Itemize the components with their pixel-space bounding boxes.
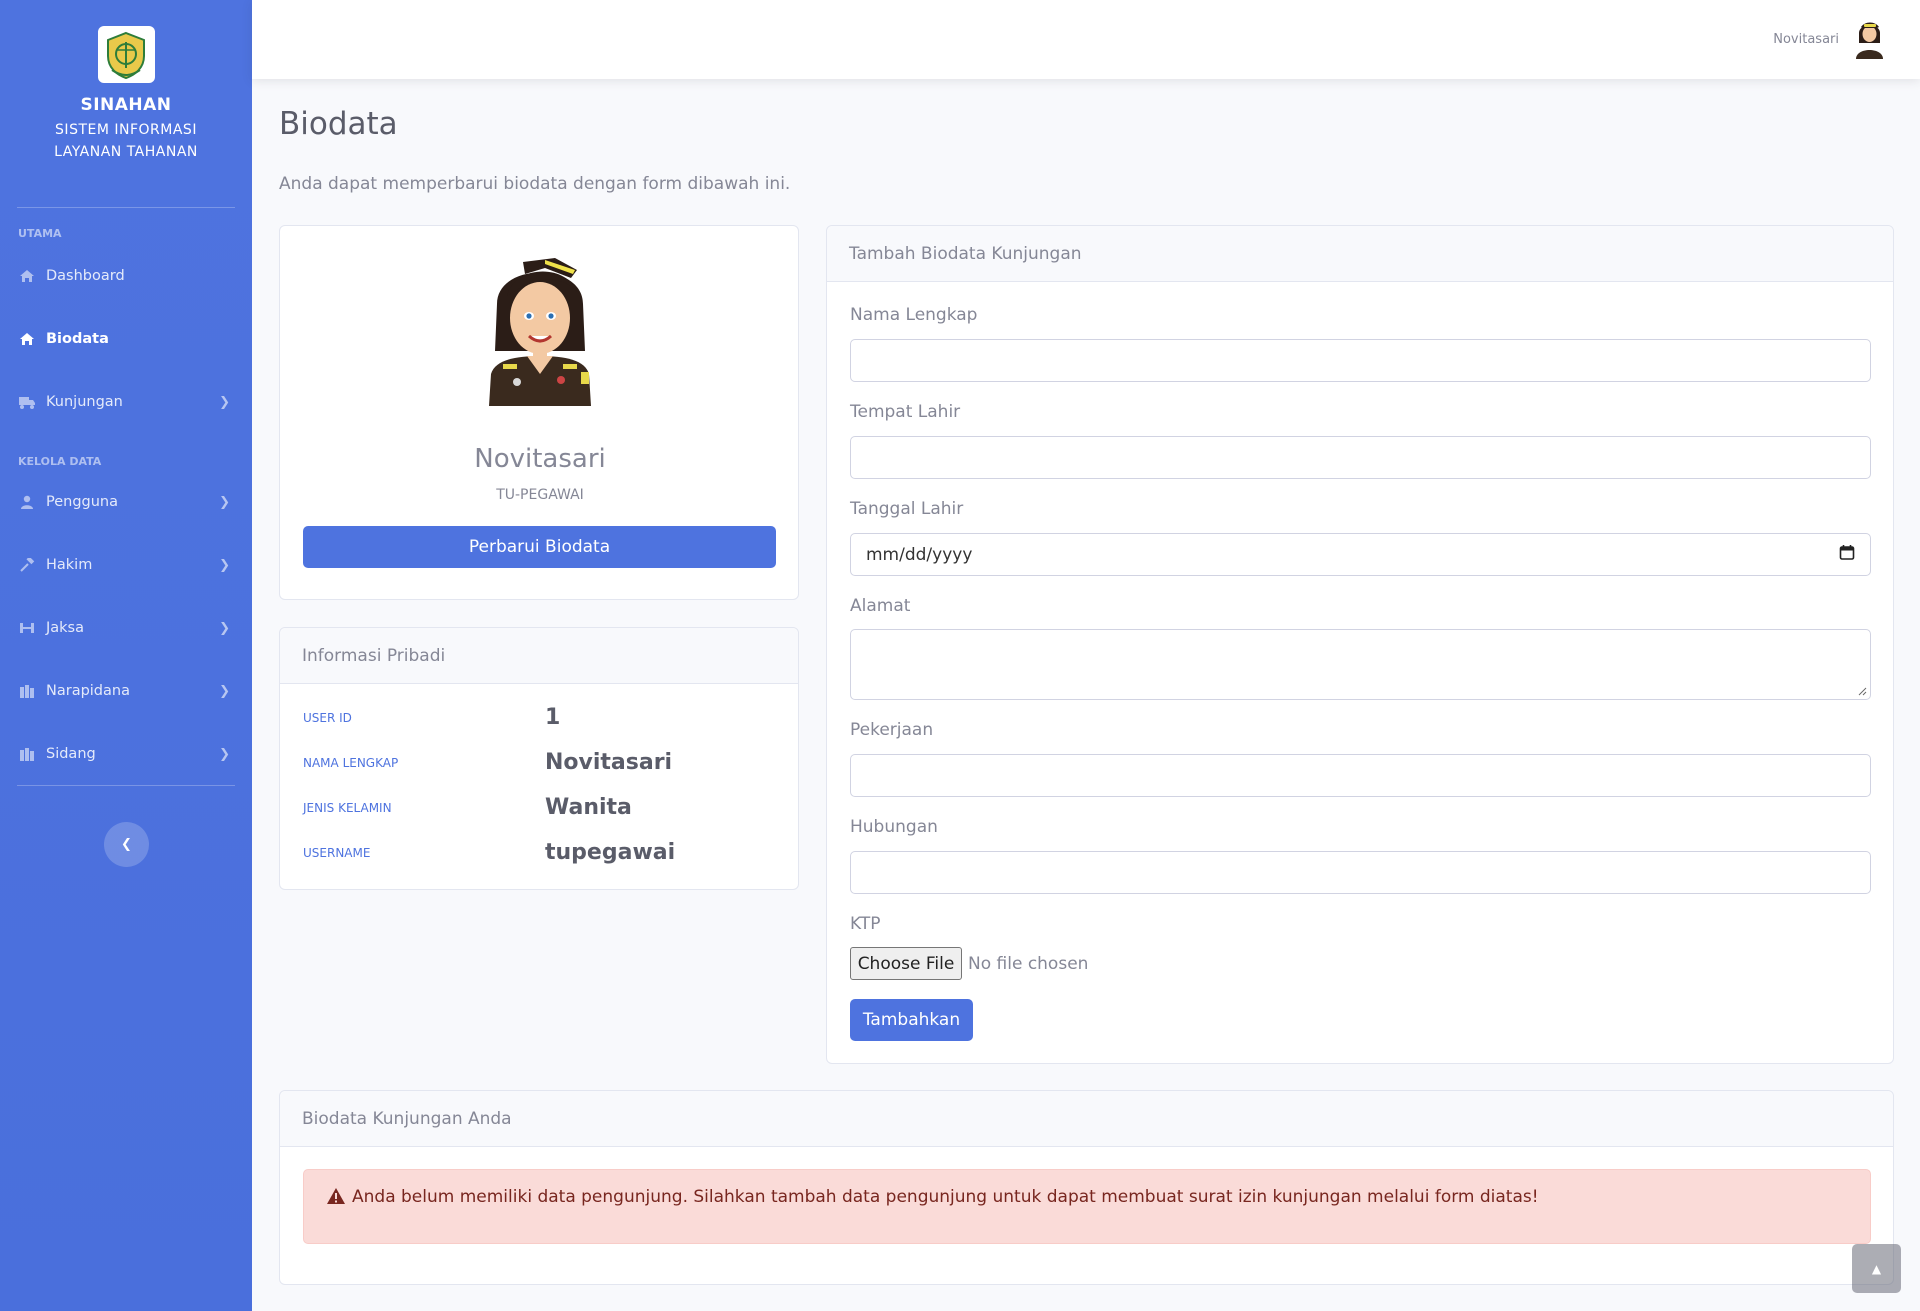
info-value: Novitasari [545, 750, 673, 775]
topbar: Novitasari [252, 0, 1920, 79]
building-icon [18, 684, 36, 698]
ktp-file-input[interactable]: Choose File No file chosen [850, 947, 1088, 980]
truck-icon [18, 395, 36, 409]
update-biodata-button[interactable]: Perbarui Biodata [303, 526, 776, 568]
no-visitor-alert: Anda belum memiliki data pengunjung. Sil… [303, 1169, 1871, 1244]
sidebar-item-label: Sidang [46, 746, 96, 762]
chevron-left-icon: ❮ [121, 837, 132, 852]
visit-biodata-header: Biodata Kunjungan Anda [280, 1091, 1893, 1147]
chevron-right-icon: ❯ [219, 746, 230, 762]
tempat-lahir-input[interactable] [850, 436, 1871, 479]
page-description: Anda dapat memperbarui biodata dengan fo… [279, 174, 791, 194]
sidebar-divider [17, 785, 235, 786]
sidebar-item-label: Biodata [46, 331, 109, 347]
hubungan-input[interactable] [850, 851, 1871, 894]
info-label: USERNAME [303, 845, 371, 860]
sidebar: SINAHAN SISTEM INFORMASI LAYANAN TAHANAN… [0, 0, 252, 1311]
ktp-label: KTP [850, 914, 881, 934]
profile-role: TU-PEGAWAI [496, 487, 584, 503]
add-visit-biodata-header: Tambah Biodata Kunjungan [827, 226, 1893, 282]
sidebar-item-sidang[interactable]: Sidang ❯ [0, 734, 252, 774]
sidebar-item-biodata[interactable]: Biodata [0, 319, 252, 359]
resize-handle-icon[interactable] [1857, 686, 1867, 696]
sidebar-item-jaksa[interactable]: Jaksa ❯ [0, 608, 252, 648]
personal-info-card: Informasi Pribadi USER ID 1 NAMA LENGKAP… [279, 627, 799, 890]
nama-lengkap-input[interactable] [850, 339, 1871, 382]
info-label: NAMA LENGKAP [303, 755, 399, 770]
add-visit-biodata-card: Tambah Biodata Kunjungan Nama Lengkap Te… [826, 225, 1894, 1064]
brand-subtitle-line2: LAYANAN TAHANAN [54, 144, 198, 160]
info-row-jenis-kelamin: JENIS KELAMIN Wanita [303, 795, 783, 820]
info-label: JENIS KELAMIN [303, 800, 392, 815]
pekerjaan-label: Pekerjaan [850, 720, 934, 740]
calendar-icon[interactable] [1839, 544, 1855, 565]
scroll-to-top-button[interactable]: ▲ [1852, 1244, 1901, 1293]
sidebar-item-hakim[interactable]: Hakim ❯ [0, 545, 252, 585]
info-row-nama-lengkap: NAMA LENGKAP Novitasari [303, 750, 783, 775]
visit-biodata-card: Biodata Kunjungan Anda Anda belum memili… [279, 1090, 1894, 1285]
info-label: USER ID [303, 710, 352, 725]
profile-card: Novitasari TU-PEGAWAI Perbarui Biodata [279, 225, 799, 600]
sidebar-divider [17, 207, 235, 208]
info-value: tupegawai [545, 840, 676, 865]
sidebar-item-pengguna[interactable]: Pengguna ❯ [0, 482, 252, 522]
sidebar-item-label: Jaksa [46, 620, 84, 636]
sidebar-item-label: Kunjungan [46, 394, 123, 410]
user-icon [18, 495, 36, 509]
date-placeholder: mm/dd/yyyy [866, 544, 973, 565]
info-value: 1 [545, 705, 561, 730]
home-icon [18, 269, 36, 283]
chevron-right-icon: ❯ [219, 557, 230, 573]
sidebar-heading-data: KELOLA DATA [18, 455, 102, 468]
sidebar-item-label: Dashboard [46, 268, 125, 284]
hubungan-label: Hubungan [850, 817, 938, 837]
chevron-up-icon: ▲ [1871, 1261, 1882, 1276]
brand-subtitle: SISTEM INFORMASI LAYANAN TAHANAN [0, 119, 252, 163]
choose-file-button[interactable]: Choose File [850, 947, 962, 980]
sidebar-item-narapidana[interactable]: Narapidana ❯ [0, 671, 252, 711]
pekerjaan-input[interactable] [850, 754, 1871, 797]
building-icon [18, 747, 36, 761]
nama-lengkap-label: Nama Lengkap [850, 305, 978, 325]
warning-icon [326, 1187, 346, 1205]
tanggal-lahir-label: Tanggal Lahir [850, 499, 964, 519]
user-menu[interactable]: Novitasari [1773, 19, 1886, 59]
page-title: Biodata [279, 106, 398, 142]
alamat-textarea[interactable] [850, 629, 1871, 700]
sidebar-heading-main: UTAMA [18, 227, 62, 240]
avatar [1856, 22, 1883, 59]
sidebar-item-label: Narapidana [46, 683, 130, 699]
sidebar-item-kunjungan[interactable]: Kunjungan ❯ [0, 382, 252, 422]
topbar-username: Novitasari [1773, 31, 1839, 47]
tambahkan-button[interactable]: Tambahkan [850, 999, 973, 1041]
gavel-icon [18, 558, 36, 572]
profile-name: Novitasari [474, 444, 606, 474]
brand-logo-icon [97, 26, 155, 83]
sidebar-item-dashboard[interactable]: Dashboard [0, 256, 252, 296]
file-status: No file chosen [968, 953, 1089, 974]
sidebar-item-label: Hakim [46, 557, 93, 573]
chevron-right-icon: ❯ [219, 394, 230, 410]
alamat-label: Alamat [850, 596, 911, 616]
info-row-user-id: USER ID 1 [303, 705, 783, 730]
brand-subtitle-line1: SISTEM INFORMASI [55, 122, 197, 138]
chevron-right-icon: ❯ [219, 620, 230, 636]
info-row-username: USERNAME tupegawai [303, 840, 783, 865]
profile-avatar [489, 258, 591, 406]
sidebar-item-label: Pengguna [46, 494, 119, 510]
info-value: Wanita [545, 795, 632, 820]
alert-message: Anda belum memiliki data pengunjung. Sil… [352, 1187, 1539, 1207]
tempat-lahir-label: Tempat Lahir [850, 402, 961, 422]
sidebar-toggle-button[interactable]: ❮ [104, 822, 149, 867]
home-icon [18, 332, 36, 346]
people-icon [18, 621, 36, 635]
chevron-right-icon: ❯ [219, 494, 230, 510]
tanggal-lahir-input[interactable]: mm/dd/yyyy [850, 533, 1871, 576]
brand-title: SINAHAN [80, 95, 172, 115]
chevron-right-icon: ❯ [219, 683, 230, 699]
personal-info-header: Informasi Pribadi [280, 628, 798, 684]
sidebar-brand[interactable]: SINAHAN SISTEM INFORMASI LAYANAN TAHANAN [0, 26, 252, 163]
